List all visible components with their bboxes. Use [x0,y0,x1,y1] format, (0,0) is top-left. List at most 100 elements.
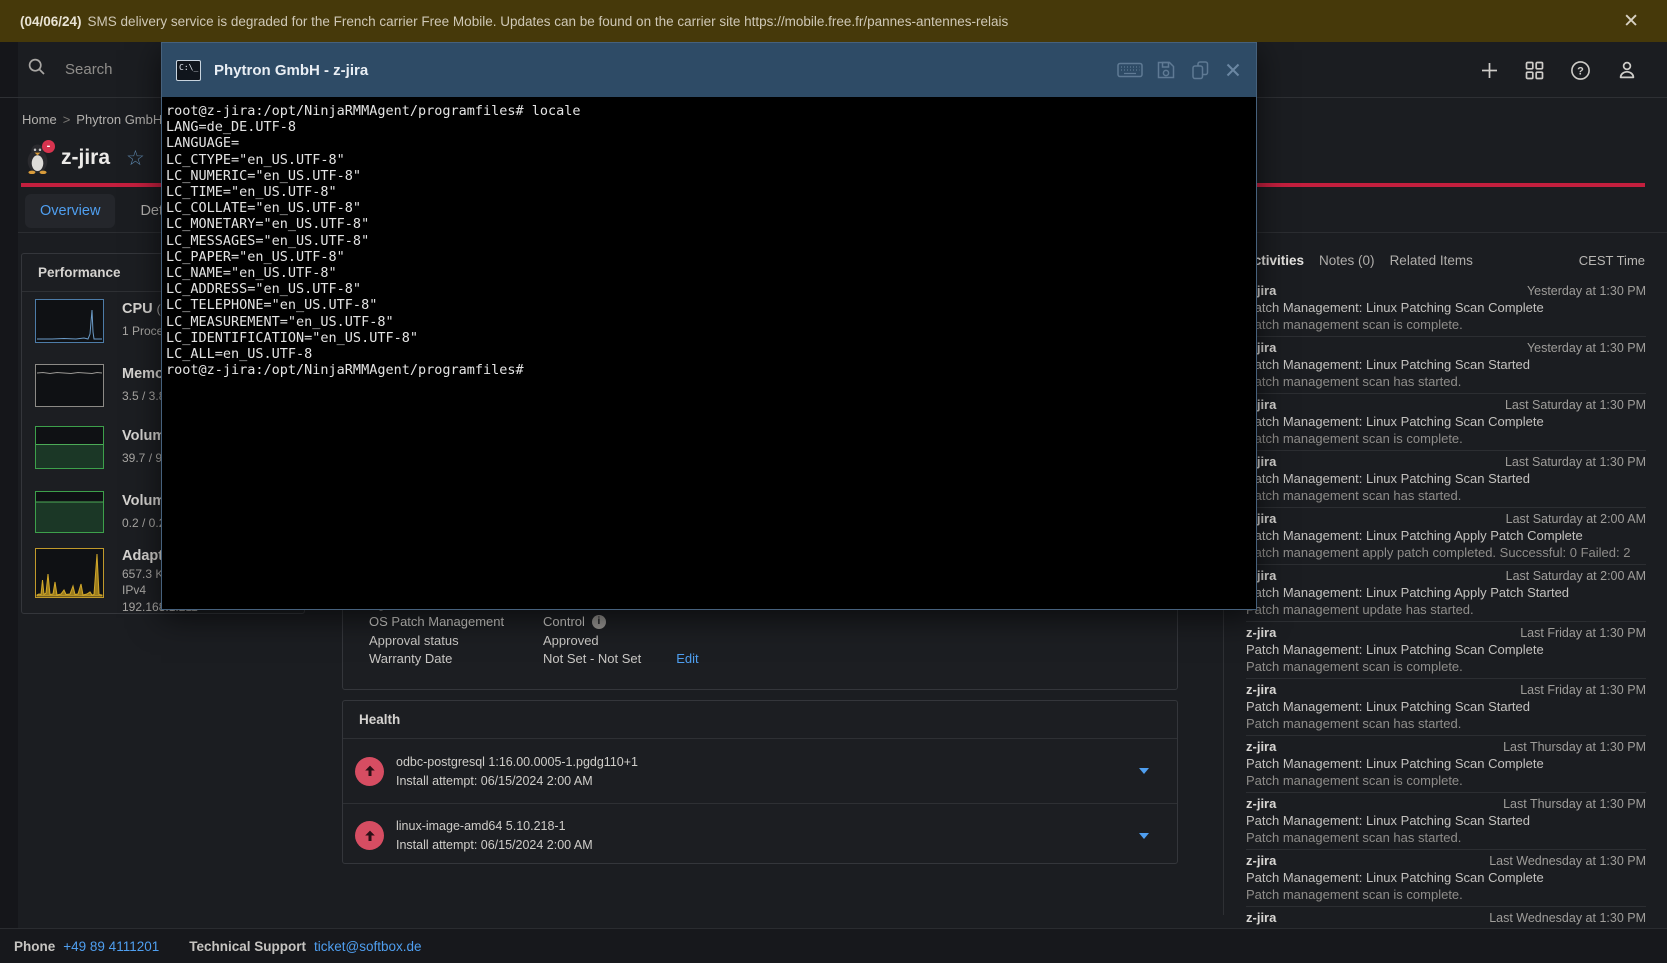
svg-text:?: ? [1577,65,1584,77]
metric-memory[interactable]: Memory 3.5 / 3.8 GB [35,364,104,407]
activity-timestamp: Yesterday at 1:30 PM [1527,283,1646,299]
activity-timestamp: Last Wednesday at 1:30 PM [1489,853,1646,869]
activity-entry[interactable]: z-jira Last Friday at 1:30 PM Patch Mana… [1246,679,1646,736]
activity-timestamp: Last Thursday at 1:30 PM [1503,796,1646,812]
activity-entry[interactable]: z-jira Yesterday at 1:30 PM Patch Manage… [1246,280,1646,337]
support-email-link[interactable]: ticket@softbox.de [314,939,422,954]
tab-overview[interactable]: Overview [25,194,115,228]
chevron-down-icon[interactable] [1139,833,1149,839]
health-title: Health [343,701,1177,739]
activity-description: Patch management scan has started. [1246,716,1646,732]
close-icon[interactable] [1224,61,1242,79]
activity-panel: Activities Notes (0) Related Items CEST … [1223,233,1658,915]
activity-list: z-jira Yesterday at 1:30 PM Patch Manage… [1246,280,1646,963]
footer: Phone +49 89 4111201 Technical Support t… [0,928,1667,963]
terminal-titlebar[interactable]: C:\_ Phytron GmbH - z-jira [162,43,1256,97]
terminal-output[interactable]: root@z-jira:/opt/NinjaRMMAgent/programfi… [162,97,1256,378]
activity-device: z-jira [1246,796,1276,812]
health-item-linux-image[interactable]: linux-image-amd64 5.10.218-1 Install att… [343,803,1177,867]
detail-row-warranty-date: Warranty Date Not Set - Not SetEdit [369,650,1177,669]
info-icon[interactable]: i [592,615,606,629]
help-icon[interactable]: ? [1570,60,1591,81]
banner-date: (04/06/24) [20,14,82,29]
banner-close-icon[interactable]: ✕ [1615,10,1647,33]
activity-timestamp: Last Saturday at 2:00 AM [1506,568,1646,584]
activity-entry[interactable]: z-jira Last Saturday at 1:30 PM Patch Ma… [1246,394,1646,451]
activity-entry[interactable]: z-jira Last Thursday at 1:30 PM Patch Ma… [1246,793,1646,850]
activity-timestamp: Yesterday at 1:30 PM [1527,340,1646,356]
activity-title: Patch Management: Linux Patching Apply P… [1246,528,1646,544]
activity-entry[interactable]: z-jira Last Friday at 1:30 PM Patch Mana… [1246,622,1646,679]
activity-device: z-jira [1246,910,1276,926]
device-status-badge: - [42,140,55,153]
activity-description: Patch management scan has started. [1246,488,1646,504]
device-name: z-jira [61,146,110,170]
add-button[interactable] [1480,61,1499,80]
breadcrumb: Home > Phytron GmbH [22,112,162,127]
adapter-sparkline [35,548,104,598]
activity-entry[interactable]: z-jira Yesterday at 1:30 PM Patch Manage… [1246,337,1646,394]
activity-entry[interactable]: z-jira Last Saturday at 1:30 PM Patch Ma… [1246,451,1646,508]
activity-entry[interactable]: z-jira Last Saturday at 2:00 AM Patch Ma… [1246,508,1646,565]
activity-title: Patch Management: Linux Patching Scan Co… [1246,870,1646,886]
alert-banner: (04/06/24) SMS delivery service is degrad… [0,0,1667,42]
activity-title: Patch Management: Linux Patching Apply P… [1246,585,1646,601]
activity-entry[interactable]: z-jira Last Saturday at 2:00 AM Patch Ma… [1246,565,1646,622]
edit-warranty-link[interactable]: Edit [676,651,698,666]
user-icon[interactable] [1617,60,1637,80]
activity-device: z-jira [1246,739,1276,755]
metric-volume-1[interactable]: Volume 39.7 / 94.0 GB [35,426,104,469]
keyboard-icon[interactable] [1117,60,1143,80]
search-icon [27,57,47,82]
metric-adapter[interactable]: Adapter 657.3 Kbps IPv4 192.168.1.211 [35,548,104,598]
activity-description: Patch management scan has started. [1246,830,1646,846]
tab-related-items[interactable]: Related Items [1390,253,1473,268]
metric-cpu[interactable]: CPU (2%) 1 Processor [35,299,104,343]
activity-timestamp: Last Saturday at 2:00 AM [1506,511,1646,527]
breadcrumb-separator: > [63,112,71,127]
detail-row-os-patch-management: OS Patch Management Controli [369,613,1177,632]
terminal-window: C:\_ Phytron GmbH - z-jira root@z-jira:/… [161,42,1257,610]
activity-description: Patch management update has started. [1246,602,1646,618]
update-arrow-icon [355,821,384,850]
phone-label: Phone [14,939,55,954]
activity-title: Patch Management: Linux Patching Scan Co… [1246,642,1646,658]
activity-description: Patch management scan is complete. [1246,317,1646,333]
copy-icon[interactable] [1189,60,1211,80]
activity-entry[interactable]: z-jira Last Thursday at 1:30 PM Patch Ma… [1246,736,1646,793]
metric-volume-2[interactable]: Volume 0.2 / 0.2 GB [35,491,104,533]
breadcrumb-home[interactable]: Home [22,112,57,127]
save-icon[interactable] [1156,60,1176,80]
activity-title: Patch Management: Linux Patching Scan St… [1246,813,1646,829]
support-label: Technical Support [189,939,306,954]
chevron-down-icon[interactable] [1139,768,1149,774]
phone-link[interactable]: +49 89 4111201 [63,939,159,954]
activity-timestamp: Last Wednesday at 1:30 PM [1489,910,1646,926]
timezone-label: CEST Time [1579,253,1645,268]
terminal-title: Phytron GmbH - z-jira [214,62,368,79]
memory-sparkline [35,364,104,407]
activity-entry[interactable]: z-jira Last Wednesday at 1:30 PM Patch M… [1246,850,1646,907]
activity-description: Patch management scan is complete. [1246,431,1646,447]
activity-timestamp: Last Friday at 1:30 PM [1520,682,1646,698]
activity-title: Patch Management: Linux Patching Scan St… [1246,357,1646,373]
activity-description: Patch management scan is complete. [1246,773,1646,789]
activity-device: z-jira [1246,625,1276,641]
activity-title: Patch Management: Linux Patching Scan Co… [1246,414,1646,430]
volume2-sparkline [35,491,104,533]
health-item-odbc-postgresql[interactable]: odbc-postgresql 1:16.00.0005-1.pgdg110+1… [343,739,1177,803]
banner-message: SMS delivery service is degraded for the… [88,14,1009,29]
activity-title: Patch Management: Linux Patching Scan St… [1246,471,1646,487]
tab-notes[interactable]: Notes (0) [1319,253,1375,268]
global-search[interactable]: Search [0,57,113,82]
breadcrumb-current[interactable]: Phytron GmbH [76,112,162,127]
favorite-star-icon[interactable]: ☆ [126,146,145,171]
apps-grid-icon[interactable] [1525,61,1544,80]
left-edge-strip [0,42,18,928]
activity-description: Patch management scan has started. [1246,374,1646,390]
activity-timestamp: Last Saturday at 1:30 PM [1505,454,1646,470]
health-panel: Health odbc-postgresql 1:16.00.0005-1.pg… [342,700,1178,864]
activity-timestamp: Last Friday at 1:30 PM [1520,625,1646,641]
activity-description: Patch management scan is complete. [1246,659,1646,675]
activity-title: Patch Management: Linux Patching Scan Co… [1246,756,1646,772]
